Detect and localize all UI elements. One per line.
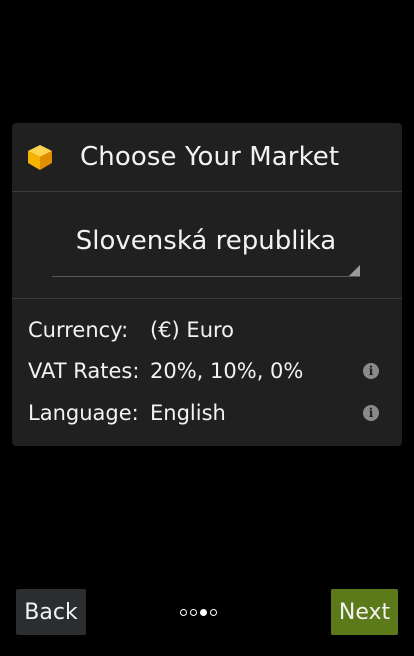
select-underline: [52, 276, 360, 277]
market-select-value: Slovenská republika: [75, 226, 337, 256]
market-section: Slovenská republika: [12, 192, 402, 299]
vat-rates-label: VAT Rates:: [28, 359, 140, 384]
market-select[interactable]: Slovenská republika: [52, 216, 360, 284]
currency-label: Currency:: [28, 317, 129, 342]
vat-rates-row: VAT Rates: 20%, 10%, 0% i: [12, 351, 402, 393]
page-dot-4: [210, 608, 217, 616]
dialog-header: Choose Your Market: [12, 123, 402, 192]
vat-info-icon[interactable]: i: [363, 363, 379, 380]
market-setup-screen: Choose Your Market Slovenská republika C…: [0, 0, 414, 656]
next-button[interactable]: Next: [331, 589, 398, 635]
dropdown-caret-icon: [349, 265, 360, 276]
page-dot-3: [200, 608, 207, 616]
choose-market-dialog: Choose Your Market Slovenská republika C…: [12, 123, 402, 446]
currency-value: (€) Euro: [150, 317, 235, 342]
language-value: English: [150, 400, 226, 425]
language-info-icon[interactable]: i: [363, 404, 379, 421]
back-button[interactable]: Back: [16, 589, 86, 635]
market-info: Currency: (€) Euro VAT Rates: 20%, 10%, …: [12, 299, 402, 434]
page-dot-1: [180, 608, 187, 616]
page-dot-2: [190, 608, 197, 616]
language-label: Language:: [28, 400, 139, 425]
language-row: Language: English i: [12, 392, 402, 434]
currency-row: Currency: (€) Euro: [12, 309, 402, 351]
dialog-title: Choose Your Market: [80, 142, 340, 172]
page-indicator: [180, 606, 217, 618]
vat-rates-value: 20%, 10%, 0%: [150, 359, 304, 384]
cube-icon: [25, 142, 55, 172]
